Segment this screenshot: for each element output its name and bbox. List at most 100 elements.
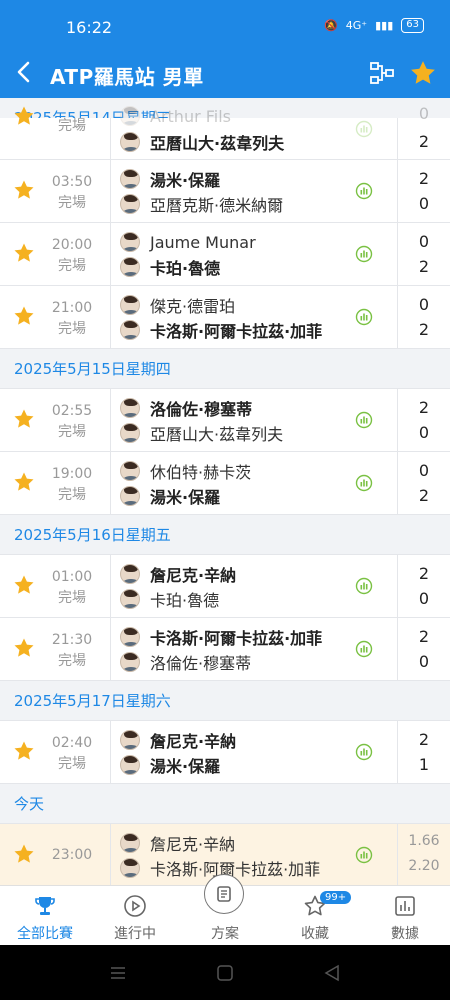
stats-icon[interactable] [355, 245, 373, 263]
match-list[interactable]: 2025年5月14日星期三完場Arthur Fils亞曆山大·茲韋列夫0203:… [0, 98, 450, 885]
bracket-icon[interactable] [369, 60, 395, 86]
set-score: 0 [418, 652, 430, 671]
app-screen: 16:22 🔕 4G⁺ ▮▮▮ 63 ATP羅馬站 男單 完場 Arthur F… [0, 0, 450, 945]
match-status: 完場 [58, 487, 86, 503]
player-name: 卡珀·魯德 [150, 591, 220, 610]
back-arrow-icon[interactable] [12, 58, 36, 86]
set-score: 2 [418, 398, 430, 417]
status-icons: 🔕 4G⁺ ▮▮▮ 63 [324, 18, 424, 33]
set-score: 2 [418, 627, 430, 646]
stats-icon[interactable] [355, 120, 373, 138]
badge-count: 99+ [320, 891, 352, 904]
match-time-status: 19:00 完場 [42, 464, 102, 506]
stats-icon[interactable] [355, 182, 373, 200]
stats-icon[interactable] [355, 474, 373, 492]
set-score: 0 [418, 232, 430, 251]
divider [110, 118, 111, 159]
match-status: 完場 [58, 258, 86, 274]
favorite-star-icon[interactable] [408, 58, 438, 88]
favorite-star-icon[interactable] [12, 241, 36, 265]
stats-icon[interactable] [355, 411, 373, 429]
match-row[interactable]: 01:00 完場 詹尼克·辛納 卡珀·魯德 2 0 [0, 555, 450, 618]
match-row[interactable]: 21:30 完場 卡洛斯·阿爾卡拉茲·加菲 洛倫佐·穆塞蒂 2 0 [0, 618, 450, 681]
set-score: 1 [418, 755, 430, 774]
player-2: 卡珀·魯德 [120, 587, 219, 611]
stats-icon[interactable] [355, 577, 373, 595]
match-row[interactable]: 20:00 完場 Jaume Munar 卡珀·魯德 0 2 [0, 223, 450, 286]
divider [110, 286, 111, 348]
favorite-star-icon[interactable] [12, 407, 36, 431]
set-score: 2 [418, 132, 430, 151]
stats-icon[interactable] [355, 846, 373, 864]
stats-icon[interactable] [355, 308, 373, 326]
player-2: 亞曆山大·茲韋列夫 [120, 130, 284, 154]
top-bar: 16:22 🔕 4G⁺ ▮▮▮ 63 ATP羅馬站 男單 [0, 0, 450, 98]
match-status: 完場 [58, 195, 86, 211]
match-row[interactable]: 19:00 完場 休伯特·赫卡茨 湯米·保羅 0 2 [0, 452, 450, 515]
stats-icon[interactable] [355, 640, 373, 658]
player-name: 湯米·保羅 [150, 171, 221, 190]
player-2: 亞曆克斯·德米納爾 [120, 192, 283, 216]
player-1: 卡洛斯·阿爾卡拉茲·加菲 [120, 625, 322, 649]
player-name: Arthur Fils [150, 106, 232, 126]
match-time-status: 03:50 完場 [42, 172, 102, 214]
match-row[interactable]: 完場 Arthur Fils 亞曆山大·茲韋列夫 0 2 [0, 104, 450, 160]
favorite-star-icon[interactable] [12, 842, 36, 866]
status-time: 16:22 [66, 18, 113, 37]
favorite-star-icon[interactable] [12, 573, 36, 597]
match-row[interactable]: 02:55 完場 洛倫佐·穆塞蒂 亞曆山大·茲韋列夫 2 0 [0, 389, 450, 452]
match-row[interactable]: 02:40 完場 詹尼克·辛納 湯米·保羅 2 1 [0, 721, 450, 784]
player-2: 卡珀·魯德 [120, 255, 220, 279]
player-avatar [120, 486, 140, 506]
player-1: 詹尼克·辛納 [120, 831, 235, 855]
player-1: 詹尼克·辛納 [120, 728, 236, 752]
player-avatar [120, 194, 140, 214]
match-time-status: 02:55 完場 [42, 401, 102, 443]
date-header: 2025年5月15日星期四 [0, 349, 450, 389]
player-avatar [120, 858, 140, 878]
tab-document[interactable]: 方案 [180, 874, 270, 945]
player-avatar [120, 627, 140, 647]
player-avatar [120, 564, 140, 584]
player-avatar [120, 755, 140, 775]
favorite-star-icon[interactable] [12, 470, 36, 494]
tab-label: 數據 [391, 926, 419, 942]
match-row[interactable]: 21:00 完場 傑克·德雷珀 卡洛斯·阿爾卡拉茲·加菲 0 2 [0, 286, 450, 349]
favorite-star-icon[interactable] [12, 178, 36, 202]
match-time: 01:00 [51, 569, 93, 585]
tab-bar-chart[interactable]: 數據 [360, 886, 450, 945]
player-name: 卡洛斯·阿爾卡拉茲·加菲 [150, 322, 323, 341]
plan-button-circle[interactable] [204, 874, 244, 914]
player-name: 亞曆山大·茲韋列夫 [150, 134, 285, 153]
favorite-star-icon[interactable] [12, 104, 36, 128]
player-avatar [120, 106, 140, 126]
match-time: 02:55 [51, 403, 93, 419]
tab-star-outline[interactable]: 收藏 99+ [270, 886, 360, 945]
recents-icon[interactable] [108, 963, 128, 983]
status-bar: 16:22 🔕 4G⁺ ▮▮▮ 63 [0, 0, 450, 50]
match-time: 20:00 [51, 237, 93, 253]
player-1: Arthur Fils [120, 104, 231, 128]
back-nav-icon[interactable] [322, 963, 342, 983]
favorite-star-icon[interactable] [12, 304, 36, 328]
match-time-status: 20:00 完場 [42, 235, 102, 277]
set-score: 2 [418, 257, 430, 276]
tab-play-circle[interactable]: 進行中 [90, 886, 180, 945]
favorite-star-icon[interactable] [12, 739, 36, 763]
player-avatar [120, 398, 140, 418]
player-2: 亞曆山大·茲韋列夫 [120, 421, 283, 445]
player-avatar [120, 132, 140, 152]
player-avatar [120, 295, 140, 315]
favorite-star-icon[interactable] [12, 636, 36, 660]
player-1: 休伯特·赫卡茨 [120, 459, 251, 483]
match-status: 完場 [58, 756, 86, 772]
player-name: 洛倫佐·穆塞蒂 [150, 400, 253, 419]
home-icon[interactable] [215, 963, 235, 983]
tab-label: 全部比賽 [17, 926, 73, 942]
stats-icon[interactable] [355, 743, 373, 761]
player-avatar [120, 833, 140, 853]
player-name: 詹尼克·辛納 [150, 732, 237, 751]
match-row[interactable]: 03:50 完場 湯米·保羅 亞曆克斯·德米納爾 2 0 [0, 160, 450, 223]
odds-value: 2.20 [408, 858, 440, 874]
tab-trophy[interactable]: 全部比賽 [0, 886, 90, 945]
